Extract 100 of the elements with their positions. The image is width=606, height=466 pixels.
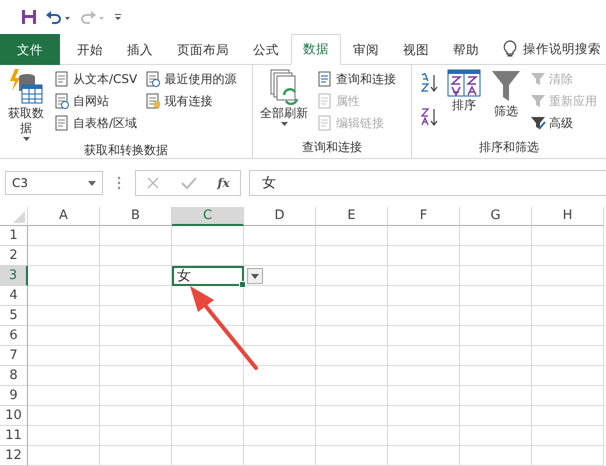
row-header[interactable]: 9 (0, 386, 28, 406)
table-cell[interactable] (28, 426, 100, 446)
ribbon-tab[interactable]: 文件 (0, 34, 60, 65)
table-cell[interactable] (460, 286, 532, 306)
table-cell[interactable] (388, 286, 460, 306)
table-cell[interactable] (316, 326, 388, 346)
table-cell[interactable] (460, 266, 532, 286)
table-cell[interactable] (100, 366, 172, 386)
insert-function-button[interactable]: fx (217, 176, 230, 190)
ribbon-tab[interactable]: 公式 (241, 34, 291, 65)
table-cell[interactable] (316, 406, 388, 426)
table-cell[interactable] (460, 406, 532, 426)
table-cell[interactable] (28, 246, 100, 266)
table-cell[interactable] (316, 226, 388, 246)
table-cell[interactable] (532, 386, 604, 406)
row-header[interactable]: 1 (0, 226, 28, 246)
table-cell[interactable] (244, 406, 316, 426)
ribbon-button[interactable]: 高级 (528, 113, 599, 133)
ribbon-button[interactable]: 自网站 (52, 91, 140, 111)
ribbon-button[interactable]: 全部刷新 (257, 69, 311, 138)
table-cell[interactable] (28, 326, 100, 346)
table-cell[interactable] (388, 226, 460, 246)
row-header[interactable]: 3 (0, 266, 28, 286)
table-cell[interactable] (532, 406, 604, 426)
undo-icon[interactable] (45, 9, 71, 25)
ribbon-tab[interactable]: 开始 (65, 34, 115, 65)
table-cell[interactable] (532, 326, 604, 346)
table-cell[interactable] (316, 286, 388, 306)
table-cell[interactable] (532, 366, 604, 386)
table-cell[interactable] (100, 446, 172, 466)
table-cell[interactable] (316, 306, 388, 326)
row-header[interactable]: 6 (0, 326, 28, 346)
ribbon-button[interactable]: 查询和连接 (315, 69, 398, 89)
column-header[interactable]: G (460, 207, 532, 226)
table-cell[interactable] (244, 326, 316, 346)
table-cell[interactable] (316, 426, 388, 446)
check-icon[interactable] (180, 176, 197, 190)
row-header[interactable]: 5 (0, 306, 28, 326)
table-cell[interactable] (244, 286, 316, 306)
table-cell[interactable] (532, 266, 604, 286)
table-cell[interactable] (244, 246, 316, 266)
table-cell[interactable] (532, 286, 604, 306)
table-cell[interactable] (28, 306, 100, 326)
redo-icon[interactable] (79, 9, 105, 25)
table-cell[interactable] (388, 306, 460, 326)
ribbon-button[interactable]: 排序 (444, 69, 484, 138)
tell-me-label[interactable]: 操作说明搜索 (523, 34, 601, 64)
column-header[interactable]: F (388, 207, 460, 226)
table-cell[interactable] (28, 226, 100, 246)
column-header[interactable]: A (28, 207, 100, 226)
table-cell[interactable] (460, 446, 532, 466)
fill-handle[interactable] (239, 281, 246, 288)
table-cell[interactable] (244, 426, 316, 446)
table-cell[interactable] (388, 406, 460, 426)
table-cell[interactable] (28, 266, 100, 286)
table-cell[interactable] (388, 326, 460, 346)
table-cell[interactable] (172, 246, 244, 266)
table-cell[interactable] (316, 346, 388, 366)
table-cell[interactable] (28, 386, 100, 406)
ribbon-tab[interactable]: 页面布局 (165, 34, 241, 65)
table-cell[interactable] (172, 426, 244, 446)
sort-ascending-icon[interactable] (420, 73, 440, 93)
table-cell[interactable] (244, 346, 316, 366)
table-cell[interactable] (244, 366, 316, 386)
ribbon-tab[interactable]: 插入 (115, 34, 165, 65)
table-cell[interactable] (172, 226, 244, 246)
table-cell[interactable] (460, 426, 532, 446)
table-cell[interactable] (388, 386, 460, 406)
table-cell[interactable] (388, 446, 460, 466)
table-cell[interactable] (172, 446, 244, 466)
table-cell[interactable] (532, 246, 604, 266)
sort-descending-icon[interactable] (420, 107, 440, 127)
more-dots-icon[interactable] (117, 176, 121, 190)
table-cell[interactable] (28, 406, 100, 426)
table-cell[interactable] (244, 386, 316, 406)
table-cell[interactable] (172, 346, 244, 366)
table-cell[interactable] (28, 346, 100, 366)
cell-dropdown-button[interactable] (247, 268, 263, 284)
row-header[interactable]: 8 (0, 366, 28, 386)
table-cell[interactable] (100, 266, 172, 286)
table-cell[interactable] (100, 226, 172, 246)
table-cell[interactable] (100, 386, 172, 406)
table-cell[interactable] (100, 306, 172, 326)
table-cell[interactable] (460, 306, 532, 326)
ribbon-button[interactable]: 现有连接 (143, 91, 238, 111)
table-cell[interactable] (316, 446, 388, 466)
table-cell[interactable] (100, 246, 172, 266)
ribbon-tab[interactable]: 视图 (391, 34, 441, 65)
table-cell[interactable] (316, 386, 388, 406)
column-header[interactable]: E (316, 207, 388, 226)
row-header[interactable]: 4 (0, 286, 28, 306)
table-cell[interactable] (316, 246, 388, 266)
table-cell[interactable] (172, 326, 244, 346)
table-cell[interactable] (172, 406, 244, 426)
formula-input[interactable]: 女 (249, 170, 606, 196)
column-header[interactable]: C (172, 207, 244, 226)
table-cell[interactable] (460, 386, 532, 406)
table-cell[interactable] (460, 366, 532, 386)
column-header[interactable]: D (244, 207, 316, 226)
row-header[interactable]: 11 (0, 426, 28, 446)
